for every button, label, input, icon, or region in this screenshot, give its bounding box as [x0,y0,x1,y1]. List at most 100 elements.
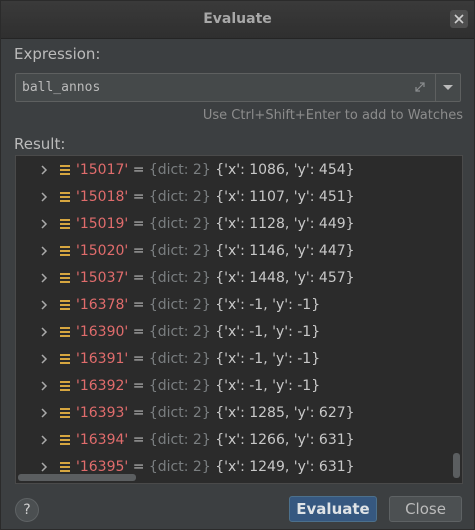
tree-row-text: '16394' = {dict: 2} {'x': 1266, 'y': 631… [76,432,355,449]
row-value: {'x': -1, 'y': -1} [215,351,321,367]
chevron-right-icon[interactable] [40,273,48,283]
tree-row-text: '15017' = {dict: 2} {'x': 1086, 'y': 454… [76,162,355,179]
row-equals: = [132,270,145,286]
evaluate-dialog: Evaluate Expression: Use Ctrl+Shift+Ente… [0,0,475,530]
tree-row[interactable]: '15017' = {dict: 2} {'x': 1086, 'y': 454… [16,157,452,184]
chevron-right-icon[interactable] [40,192,48,202]
row-key: '16392' [76,378,129,394]
row-type: {dict: 2} [148,297,211,313]
dict-icon [60,192,70,202]
row-value: {'x': 1107, 'y': 451} [215,189,355,205]
result-tree[interactable]: '15017' = {dict: 2} {'x': 1086, 'y': 454… [15,155,463,484]
row-key: '15037' [76,270,129,286]
row-equals: = [132,405,145,421]
row-key: '15017' [76,162,129,178]
row-type: {dict: 2} [148,243,211,259]
tree-row[interactable]: '16391' = {dict: 2} {'x': -1, 'y': -1} [16,346,452,373]
row-key: '16393' [76,405,129,421]
tree-row-text: '16390' = {dict: 2} {'x': -1, 'y': -1} [76,324,320,341]
tree-row-text: '15020' = {dict: 2} {'x': 1146, 'y': 447… [76,243,355,260]
row-equals: = [132,162,145,178]
row-value: {'x': 1146, 'y': 447} [215,243,355,259]
window-close-button[interactable] [450,10,468,28]
tree-row-text: '16391' = {dict: 2} {'x': -1, 'y': -1} [76,351,320,368]
row-value: {'x': -1, 'y': -1} [215,324,321,340]
row-key: '15020' [76,243,129,259]
expression-label: Expression: [14,45,101,63]
row-type: {dict: 2} [148,459,211,475]
dict-icon [60,462,70,472]
row-equals: = [132,297,145,313]
tree-row-text: '15037' = {dict: 2} {'x': 1448, 'y': 457… [76,270,355,287]
row-value: {'x': -1, 'y': -1} [215,378,321,394]
chevron-right-icon[interactable] [40,165,48,175]
dict-icon [60,273,70,283]
expression-input[interactable] [16,74,435,101]
tree-row-text: '15019' = {dict: 2} {'x': 1128, 'y': 449… [76,216,355,233]
title-bar[interactable]: Evaluate [1,1,474,39]
expand-icon[interactable] [413,80,427,94]
row-key: '15018' [76,189,129,205]
row-value: {'x': 1249, 'y': 631} [215,459,355,475]
dict-icon [60,300,70,310]
row-equals: = [132,324,145,340]
row-equals: = [132,378,145,394]
row-key: '16391' [76,351,129,367]
tree-row-text: '16392' = {dict: 2} {'x': -1, 'y': -1} [76,378,320,395]
row-type: {dict: 2} [148,405,211,421]
row-type: {dict: 2} [148,378,211,394]
horizontal-scrollbar[interactable] [18,474,136,481]
expression-combobox[interactable] [15,73,461,102]
row-value: {'x': 1128, 'y': 449} [215,216,355,232]
row-key: '16394' [76,432,129,448]
chevron-right-icon[interactable] [40,462,48,472]
tree-row-text: '16393' = {dict: 2} {'x': 1285, 'y': 627… [76,405,355,422]
row-type: {dict: 2} [148,216,211,232]
chevron-right-icon[interactable] [40,435,48,445]
row-type: {dict: 2} [148,351,211,367]
chevron-right-icon[interactable] [40,354,48,364]
tree-row[interactable]: '15019' = {dict: 2} {'x': 1128, 'y': 449… [16,211,452,238]
chevron-right-icon[interactable] [40,300,48,310]
dict-icon [60,246,70,256]
row-equals: = [132,432,145,448]
close-button[interactable]: Close [389,496,462,522]
row-equals: = [132,243,145,259]
row-value: {'x': 1086, 'y': 454} [215,162,355,178]
tree-row-text: '15018' = {dict: 2} {'x': 1107, 'y': 451… [76,189,355,206]
chevron-right-icon[interactable] [40,408,48,418]
chevron-right-icon[interactable] [40,327,48,337]
dict-icon [60,381,70,391]
row-value: {'x': 1448, 'y': 457} [215,270,355,286]
chevron-right-icon[interactable] [40,246,48,256]
chevron-right-icon[interactable] [40,381,48,391]
tree-row[interactable]: '16378' = {dict: 2} {'x': -1, 'y': -1} [16,292,452,319]
evaluate-button[interactable]: Evaluate [289,496,377,522]
row-key: '16390' [76,324,129,340]
dict-icon [60,219,70,229]
tree-row[interactable]: '16390' = {dict: 2} {'x': -1, 'y': -1} [16,319,452,346]
tree-row[interactable]: '16393' = {dict: 2} {'x': 1285, 'y': 627… [16,400,452,427]
dict-icon [60,354,70,364]
tree-row[interactable]: '15018' = {dict: 2} {'x': 1107, 'y': 451… [16,184,452,211]
row-value: {'x': 1285, 'y': 627} [215,405,355,421]
row-equals: = [132,459,145,475]
vertical-scrollbar[interactable] [453,453,460,478]
row-type: {dict: 2} [148,189,211,205]
history-dropdown-button[interactable] [436,74,460,101]
chevron-right-icon[interactable] [40,219,48,229]
help-button[interactable]: ? [15,498,39,522]
tree-row[interactable]: '15037' = {dict: 2} {'x': 1448, 'y': 457… [16,265,452,292]
row-equals: = [132,189,145,205]
dict-icon [60,408,70,418]
row-key: '16395' [76,459,129,475]
row-type: {dict: 2} [148,162,211,178]
tree-row[interactable]: '16392' = {dict: 2} {'x': -1, 'y': -1} [16,373,452,400]
row-type: {dict: 2} [148,324,211,340]
row-type: {dict: 2} [148,432,211,448]
chevron-down-icon [443,85,453,90]
dict-icon [60,327,70,337]
tree-row[interactable]: '16394' = {dict: 2} {'x': 1266, 'y': 631… [16,427,452,454]
tree-row[interactable]: '15020' = {dict: 2} {'x': 1146, 'y': 447… [16,238,452,265]
dict-icon [60,435,70,445]
